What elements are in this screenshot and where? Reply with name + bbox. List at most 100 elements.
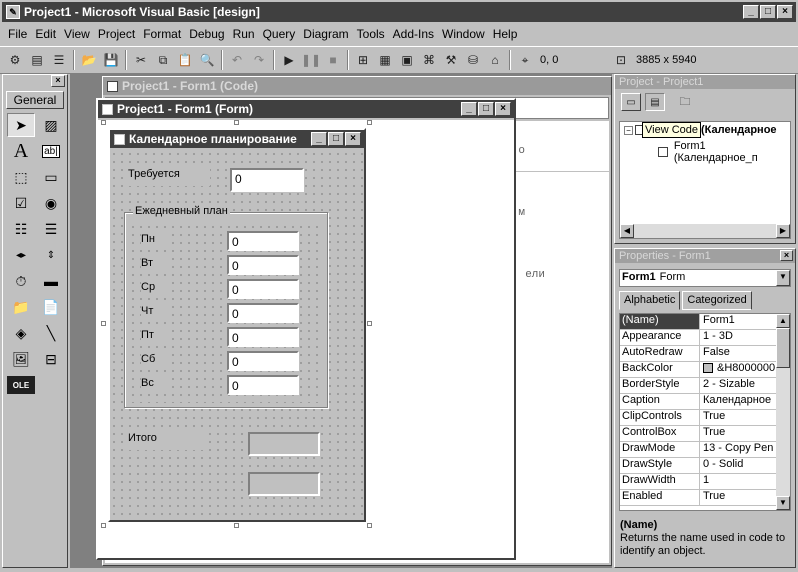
day-textbox-fri[interactable]: 0 — [227, 327, 299, 347]
object-selector[interactable]: Form1 Form ▼ — [619, 269, 791, 287]
designed-form-minimize-button[interactable]: _ — [311, 132, 327, 146]
view-object-icon[interactable]: ▤ — [645, 93, 665, 111]
image-tool-icon[interactable]: 🖼 — [7, 347, 35, 371]
commandbutton-tool-icon[interactable]: ▭ — [37, 165, 65, 189]
timer-tool-icon[interactable]: ⏱ — [7, 269, 35, 293]
object-browser-icon[interactable]: ⌘ — [418, 49, 440, 71]
textbox-tool-icon[interactable]: ab| — [37, 139, 65, 163]
menu-tools[interactable]: Tools — [353, 27, 389, 41]
paste-icon[interactable]: 📋 — [174, 49, 196, 71]
day-textbox-tue[interactable]: 0 — [227, 255, 299, 275]
menu-project[interactable]: Project — [94, 27, 139, 41]
scroll-left-button[interactable]: ◀ — [620, 224, 634, 238]
resize-handle[interactable] — [367, 120, 372, 125]
designed-form[interactable]: Календарное планирование _ □ × Требуется… — [108, 128, 366, 522]
picturebox-tool-icon[interactable]: ▨ — [37, 113, 65, 137]
tab-categorized[interactable]: Categorized — [682, 291, 752, 310]
tree-collapse-icon[interactable]: − — [624, 125, 633, 135]
copy-icon[interactable]: ⧉ — [152, 49, 174, 71]
ole-tool-icon[interactable]: OLE — [7, 376, 35, 394]
data-tool-icon[interactable]: ⊟ — [37, 347, 65, 371]
dirlistbox-tool-icon[interactable]: 📁 — [7, 295, 35, 319]
start-icon[interactable]: ▶ — [278, 49, 300, 71]
menu-view[interactable]: View — [60, 27, 94, 41]
open-icon[interactable]: 📂 — [78, 49, 100, 71]
menu-debug[interactable]: Debug — [185, 27, 228, 41]
project-tree[interactable]: − (Календарное View Code Form1 (Календар… — [619, 121, 791, 239]
prop-row-name[interactable]: (Name) Form1 — [620, 314, 790, 330]
menu-diagram[interactable]: Diagram — [299, 27, 352, 41]
frame-tool-icon[interactable]: ⬚ — [7, 165, 35, 189]
form-designer-maximize-button[interactable]: □ — [478, 102, 494, 116]
prop-row-enabled[interactable]: Enabled True — [620, 490, 790, 506]
listbox-tool-icon[interactable]: ☰ — [37, 217, 65, 241]
day-textbox-sat[interactable]: 0 — [227, 351, 299, 371]
prop-row-backcolor[interactable]: BackColor &H8000000 — [620, 362, 790, 378]
resize-handle[interactable] — [367, 523, 372, 528]
menu-run[interactable]: Run — [229, 27, 259, 41]
save-icon[interactable]: 💾 — [100, 49, 122, 71]
checkbox-tool-icon[interactable]: ☑ — [7, 191, 35, 215]
close-button[interactable]: × — [777, 5, 793, 19]
menu-add-ins[interactable]: Add-Ins — [389, 27, 438, 41]
day-textbox-wed[interactable]: 0 — [227, 279, 299, 299]
scroll-right-button[interactable]: ▶ — [776, 224, 790, 238]
menu-file[interactable]: File — [4, 27, 31, 41]
hscrollbar-tool-icon[interactable]: ◂▸ — [7, 243, 35, 267]
component-manager-icon[interactable]: ⌂ — [484, 49, 506, 71]
scroll-down-button[interactable]: ▼ — [776, 496, 790, 510]
find-icon[interactable]: 🔍 — [196, 49, 218, 71]
prop-row-appearance[interactable]: Appearance 1 - 3D — [620, 330, 790, 346]
scroll-up-button[interactable]: ▲ — [776, 314, 790, 328]
resize-handle[interactable] — [367, 321, 372, 326]
end-icon[interactable]: ■ — [322, 49, 344, 71]
properties-vscrollbar[interactable]: ▲ ▼ — [776, 314, 790, 510]
menu-editor-icon[interactable]: ☰ — [48, 49, 70, 71]
form-layout-icon[interactable]: ▣ — [396, 49, 418, 71]
properties-close-button[interactable]: × — [780, 250, 793, 261]
prop-row-borderstyle[interactable]: BorderStyle 2 - Sizable — [620, 378, 790, 394]
prop-row-drawstyle[interactable]: DrawStyle 0 - Solid — [620, 458, 790, 474]
cut-icon[interactable]: ✂ — [130, 49, 152, 71]
prop-row-drawwidth[interactable]: DrawWidth 1 — [620, 474, 790, 490]
toolbox-tab-general[interactable]: General — [6, 91, 64, 109]
add-project-icon[interactable]: ⚙ — [4, 49, 26, 71]
add-form-icon[interactable]: ▤ — [26, 49, 48, 71]
object-selector-dropdown-icon[interactable]: ▼ — [776, 270, 790, 286]
combobox-tool-icon[interactable]: ☷ — [7, 217, 35, 241]
scroll-thumb[interactable] — [776, 328, 790, 368]
resize-handle[interactable] — [101, 120, 106, 125]
menu-edit[interactable]: Edit — [31, 27, 60, 41]
label-tool-icon[interactable]: A — [7, 139, 35, 163]
project-tree-hscrollbar[interactable]: ◀ ▶ — [620, 224, 790, 238]
redo-icon[interactable]: ↷ — [248, 49, 270, 71]
menu-format[interactable]: Format — [139, 27, 185, 41]
minimize-button[interactable]: _ — [743, 5, 759, 19]
line-tool-icon[interactable]: ╲ — [37, 321, 65, 345]
project-tree-form-node[interactable]: Form1 (Календарное_п — [658, 140, 790, 164]
optionbutton-tool-icon[interactable]: ◉ — [37, 191, 65, 215]
prop-row-caption[interactable]: Caption Календарное — [620, 394, 790, 410]
resize-handle[interactable] — [101, 523, 106, 528]
maximize-button[interactable]: □ — [760, 5, 776, 19]
menu-window[interactable]: Window — [438, 27, 489, 41]
toolbox-icon[interactable]: ⚒ — [440, 49, 462, 71]
undo-icon[interactable]: ↶ — [226, 49, 248, 71]
menu-query[interactable]: Query — [259, 27, 300, 41]
prop-row-controlbox[interactable]: ControlBox True — [620, 426, 790, 442]
view-code-icon[interactable]: ▭ — [621, 93, 641, 111]
resize-handle[interactable] — [101, 321, 106, 326]
pointer-tool-icon[interactable]: ➤ — [7, 113, 35, 137]
filelistbox-tool-icon[interactable]: 📄 — [37, 295, 65, 319]
properties-window-icon[interactable]: ▦ — [374, 49, 396, 71]
form-designer-minimize-button[interactable]: _ — [461, 102, 477, 116]
vscrollbar-tool-icon[interactable]: ⇕ — [37, 243, 65, 267]
prop-row-clipcontrols[interactable]: ClipControls True — [620, 410, 790, 426]
day-textbox-mon[interactable]: 0 — [227, 231, 299, 251]
project-explorer-icon[interactable]: ⊞ — [352, 49, 374, 71]
toggle-folders-icon[interactable]: 🗀 — [675, 93, 695, 111]
toolbox-close-button[interactable]: × — [51, 75, 65, 87]
shape-tool-icon[interactable]: ◈ — [7, 321, 35, 345]
designed-form-close-button[interactable]: × — [345, 132, 361, 146]
tab-alphabetic[interactable]: Alphabetic — [619, 291, 681, 310]
